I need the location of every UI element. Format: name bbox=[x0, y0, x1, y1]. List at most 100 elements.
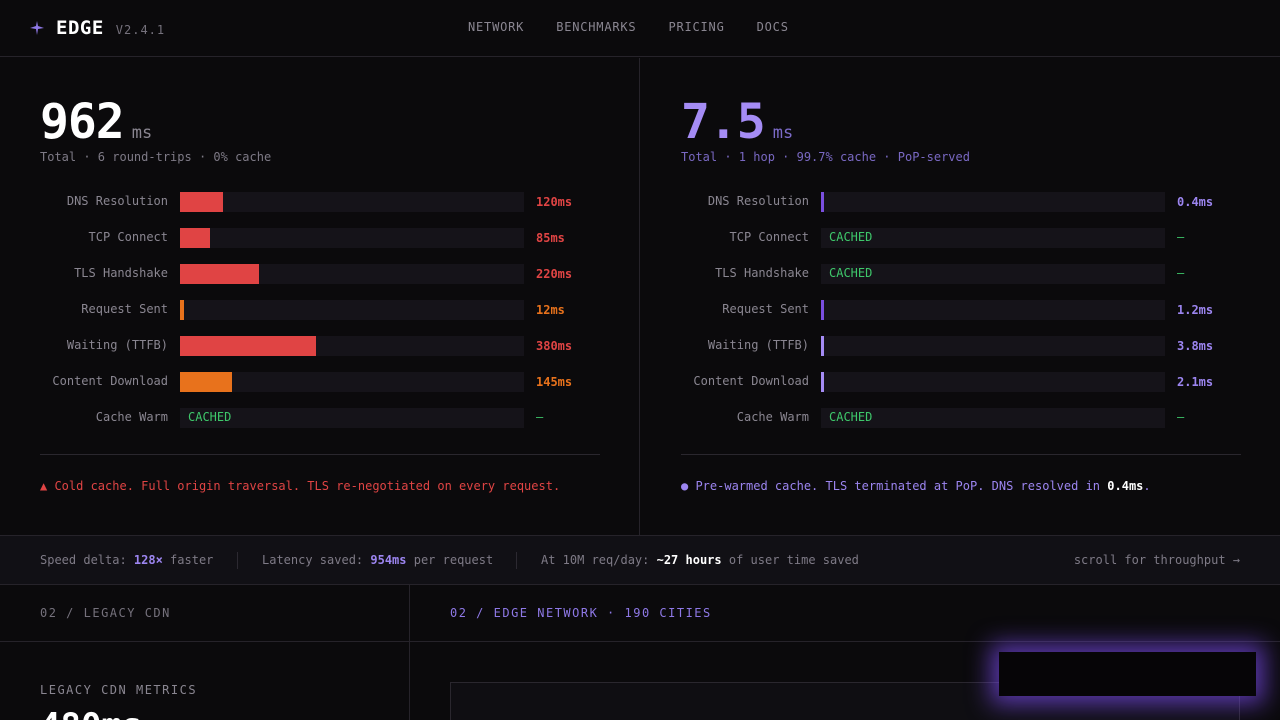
legacy-metrics-value: 480ms bbox=[40, 706, 142, 720]
version-label: V2.4.1 bbox=[115, 23, 166, 37]
timing-row: TCP Connect CACHED — bbox=[641, 228, 1280, 248]
scroll-hint-link[interactable]: scroll for throughput → bbox=[1074, 553, 1240, 567]
timing-row-value: 0.4ms bbox=[1177, 195, 1214, 209]
stat-separator bbox=[516, 552, 517, 569]
timing-row: TCP Connect 85ms bbox=[0, 228, 639, 248]
timing-row-label: TLS Handshake bbox=[715, 266, 809, 280]
edge-note: ● Pre-warmed cache. TLS terminated at Po… bbox=[681, 479, 1151, 493]
timing-bar-fill bbox=[821, 336, 824, 356]
timing-row-dash: — bbox=[1177, 230, 1185, 244]
timing-row: Cache Warm CACHED — bbox=[0, 408, 639, 428]
edge-panel: 7.5 ms Total · 1 hop · 99.7% cache · PoP… bbox=[641, 58, 1280, 535]
timing-row-label: TCP Connect bbox=[729, 230, 809, 244]
nav-link-pricing[interactable]: PRICING bbox=[668, 20, 724, 34]
timing-bar-fill bbox=[180, 228, 210, 248]
cached-badge: CACHED bbox=[829, 230, 873, 244]
timing-row: DNS Resolution 0.4ms bbox=[641, 192, 1280, 212]
timing-bar-fill bbox=[821, 300, 824, 320]
latency-summary: Total · 6 round-trips · 0% cache bbox=[40, 150, 272, 164]
timing-row-value: 380ms bbox=[536, 339, 573, 353]
timing-row-label: Waiting (TTFB) bbox=[707, 338, 809, 352]
timing-row-label: Cache Warm bbox=[95, 410, 168, 424]
timing-bar-fill bbox=[180, 372, 232, 392]
section-title: 02 / LEGACY CDN bbox=[40, 606, 171, 620]
timing-row: Request Sent 12ms bbox=[0, 300, 639, 320]
timing-row-value: 145ms bbox=[536, 375, 573, 389]
total-latency-unit: ms bbox=[131, 123, 153, 143]
timing-bar-fill bbox=[821, 372, 824, 392]
stats-bar: Speed delta: 128× faster Latency saved: … bbox=[0, 535, 1280, 585]
edge-section-header: 02 / EDGE NETWORK · 190 CITIES bbox=[410, 585, 1280, 642]
cached-badge: CACHED bbox=[829, 410, 873, 424]
latency-summary: Total · 1 hop · 99.7% cache · PoP-served bbox=[681, 150, 970, 164]
timing-row: Content Download 145ms bbox=[0, 372, 639, 392]
divider bbox=[681, 454, 1241, 455]
cached-badge: CACHED bbox=[188, 410, 232, 424]
cached-badge: CACHED bbox=[829, 266, 873, 280]
timing-row: TLS Handshake CACHED — bbox=[641, 264, 1280, 284]
timing-row-label: Waiting (TTFB) bbox=[66, 338, 168, 352]
brand-name: EDGE bbox=[56, 17, 104, 39]
edge-note-text: ● Pre-warmed cache. TLS terminated at Po… bbox=[681, 479, 1108, 493]
timing-row-value: 12ms bbox=[536, 303, 565, 317]
timing-bar-track: CACHED bbox=[821, 228, 1165, 248]
time-saved-label: At 10M req/day: bbox=[541, 553, 657, 567]
timing-row-label: Request Sent bbox=[722, 302, 809, 316]
total-latency-value: 7.5 bbox=[681, 94, 766, 150]
top-nav: EDGE V2.4.1 NETWORK BENCHMARKS PRICING D… bbox=[0, 0, 1280, 57]
timing-row: Cache Warm CACHED — bbox=[641, 408, 1280, 428]
speed-delta-suffix: faster bbox=[162, 553, 214, 567]
total-latency: 962 ms bbox=[40, 94, 152, 150]
timing-row: TLS Handshake 220ms bbox=[0, 264, 639, 284]
timing-row-value: 2.1ms bbox=[1177, 375, 1214, 389]
nav-link-network[interactable]: NETWORK bbox=[468, 20, 524, 34]
total-latency: 7.5 ms bbox=[681, 94, 793, 150]
time-saved-value: ~27 hours bbox=[656, 553, 722, 567]
timing-bar-track bbox=[821, 192, 1165, 212]
brand[interactable]: EDGE V2.4.1 bbox=[30, 17, 165, 39]
timing-bar-track: CACHED bbox=[821, 408, 1165, 428]
time-saved-suffix: of user time saved bbox=[721, 553, 859, 567]
timing-bar-track bbox=[180, 336, 524, 356]
timing-bar-fill bbox=[821, 192, 824, 212]
latency-saved-value: 954ms bbox=[370, 553, 407, 567]
stat-separator bbox=[237, 552, 238, 569]
timing-row-dash: — bbox=[1177, 266, 1185, 280]
timing-row-value: 85ms bbox=[536, 231, 565, 245]
nav-link-benchmarks[interactable]: BENCHMARKS bbox=[556, 20, 636, 34]
timing-row-value: 1.2ms bbox=[1177, 303, 1214, 317]
latency-saved-label: Latency saved: bbox=[262, 553, 371, 567]
timing-row-label: Content Download bbox=[693, 374, 809, 388]
timing-row-dash: — bbox=[1177, 410, 1185, 424]
time-saved-stat: At 10M req/day: ~27 hours of user time s… bbox=[541, 553, 859, 567]
timing-row-label: Request Sent bbox=[81, 302, 168, 316]
timing-bar-track: CACHED bbox=[180, 408, 524, 428]
glow-card bbox=[999, 652, 1256, 696]
legacy-metrics: LEGACY CDN METRICS 480ms bbox=[0, 642, 410, 720]
timing-row: DNS Resolution 120ms bbox=[0, 192, 639, 212]
timing-bar-track bbox=[180, 192, 524, 212]
legacy-panel: 962 ms Total · 6 round-trips · 0% cache … bbox=[0, 58, 640, 535]
timing-bar-fill bbox=[180, 300, 184, 320]
timing-row-label: DNS Resolution bbox=[66, 194, 168, 208]
timing-bar-fill bbox=[180, 336, 316, 356]
nav-link-docs[interactable]: DOCS bbox=[757, 20, 789, 34]
timing-bar-track: CACHED bbox=[821, 264, 1165, 284]
nav-links: NETWORK BENCHMARKS PRICING DOCS bbox=[468, 20, 789, 34]
timing-row-label: Cache Warm bbox=[736, 410, 809, 424]
timing-bar-track bbox=[180, 264, 524, 284]
timing-bar-track bbox=[821, 300, 1165, 320]
timing-row: Content Download 2.1ms bbox=[641, 372, 1280, 392]
timing-row-value: 3.8ms bbox=[1177, 339, 1214, 353]
timing-row-label: Content Download bbox=[52, 374, 168, 388]
edge-note-highlight: 0.4ms bbox=[1107, 479, 1144, 493]
timing-bar-track bbox=[180, 372, 524, 392]
timing-row-label: DNS Resolution bbox=[707, 194, 809, 208]
speed-delta-label: Speed delta: bbox=[40, 553, 134, 567]
timing-row-value: 220ms bbox=[536, 267, 573, 281]
timing-bar-fill bbox=[180, 264, 259, 284]
timing-bar-track bbox=[180, 300, 524, 320]
legacy-section-header: 02 / LEGACY CDN bbox=[0, 585, 410, 642]
timing-bar-track bbox=[180, 228, 524, 248]
timing-bar-fill bbox=[180, 192, 223, 212]
